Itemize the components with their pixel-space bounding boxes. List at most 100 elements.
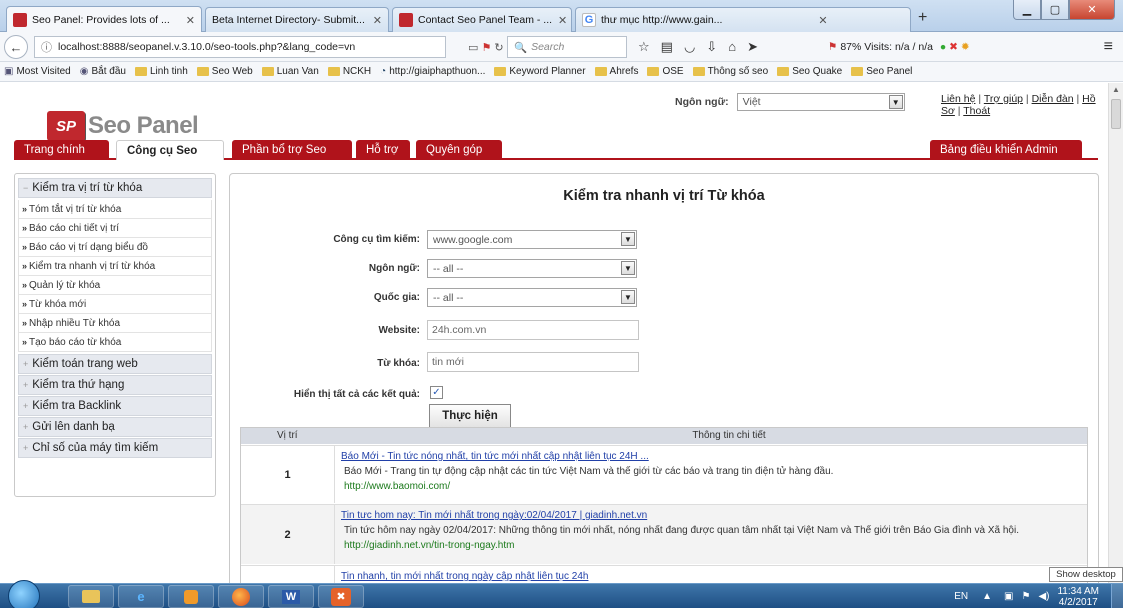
word-icon[interactable]: W xyxy=(268,585,314,608)
scroll-up-icon[interactable]: ▲ xyxy=(1112,85,1120,94)
minimize-icon[interactable]: ▁ xyxy=(1013,0,1041,20)
result-title-link[interactable]: Tin tưc hom nay: Tin mới nhất trong ngày… xyxy=(341,510,647,521)
browser-tab[interactable]: Seo Panel: Provides lots of ... ✕ xyxy=(6,6,202,33)
menu-seo-tools[interactable]: Công cụ Seo xyxy=(116,140,224,160)
sidebar-item-quick-rank-checker[interactable]: » Kiểm tra nhanh vị trí từ khóa xyxy=(18,257,212,276)
bookmark-item[interactable]: ◉ Bắt đầu xyxy=(80,66,126,77)
firefox-icon[interactable] xyxy=(218,585,264,608)
bookmark-folder[interactable]: NCKH xyxy=(327,66,371,77)
bookmark-folder[interactable]: Seo Web xyxy=(196,66,253,77)
sidebar-item-new-keyword[interactable]: » Từ khóa mới xyxy=(18,295,212,314)
windows-start-icon[interactable] xyxy=(8,580,40,608)
menu-home[interactable]: Trang chính xyxy=(14,140,109,160)
bookmark-folder[interactable]: Luan Van xyxy=(261,66,319,77)
clock[interactable]: 11:34 AM 4/2/2017 xyxy=(1057,586,1099,608)
sidebar-section-directory-submission[interactable]: + Gửi lên danh bạ xyxy=(18,417,212,437)
result-detail: Báo Mới - Tin tức nóng nhất, tin tức mới… xyxy=(341,449,1081,494)
address-bar[interactable]: ⓘ localhost:8888/seopanel.v.3.10.0/seo-t… xyxy=(34,36,446,58)
hamburger-menu-icon[interactable]: ≡ xyxy=(1104,38,1113,56)
bookmark-folder[interactable]: Linh tinh xyxy=(134,66,188,77)
browser-tab[interactable]: G thư mục http://www.gain... ✕ xyxy=(575,7,911,32)
website-input[interactable]: 24h.com.vn xyxy=(427,320,639,340)
sidebar-item-detailed-report[interactable]: » Báo cáo chi tiết vị trí xyxy=(18,219,212,238)
download-icon[interactable]: ⇩ xyxy=(706,39,717,55)
addon-gear-icon[interactable]: ✹ xyxy=(961,41,970,53)
sidebar-section-search-engine-stats[interactable]: + Chỉ số của máy tìm kiếm xyxy=(18,438,212,458)
keyword-input[interactable]: tin mới xyxy=(427,352,639,372)
bookmark-folder[interactable]: Seo Panel xyxy=(851,66,912,77)
bookmark-folder[interactable]: Ahrefs xyxy=(594,66,638,77)
show-all-checkbox[interactable]: ✓ xyxy=(430,386,443,399)
forum-link[interactable]: Diễn đàn xyxy=(1032,93,1074,105)
show-desktop-button[interactable] xyxy=(1111,584,1123,608)
sidebar-item-graphical-report[interactable]: » Báo cáo vị trí dạng biểu đồ xyxy=(18,238,212,257)
sidebar-section-rank-checker[interactable]: + Kiểm tra thứ hạng xyxy=(18,375,212,395)
logout-link[interactable]: Thoát xyxy=(963,105,990,117)
info-icon[interactable]: ⓘ xyxy=(41,39,52,55)
bookmark-folder[interactable]: OSE xyxy=(647,66,684,77)
explorer-icon[interactable] xyxy=(68,585,114,608)
result-title-link[interactable]: Tin nhanh, tin mới nhất trong ngày cập n… xyxy=(341,571,588,582)
seo-stats-toolbar[interactable]: ⚑ 87% Visits: n/a / n/a ● ✖ ✹ xyxy=(828,41,970,53)
back-arrow-icon[interactable]: ← xyxy=(4,35,28,59)
scrollbar-thumb[interactable] xyxy=(1111,99,1121,129)
flag-icon[interactable]: ⚑ xyxy=(481,42,491,54)
submit-button[interactable]: Thực hiện xyxy=(429,404,511,428)
tray-expand-icon[interactable]: ▲ xyxy=(982,591,992,602)
sidebar-section-keyword-position[interactable]: − Kiểm tra vị trí từ khóa xyxy=(18,178,212,198)
reading-list-icon[interactable]: ▤ xyxy=(661,39,673,55)
maximize-icon[interactable]: ▢ xyxy=(1041,0,1069,20)
language-select[interactable]: Việt ▼ xyxy=(736,93,905,111)
internet-explorer-icon[interactable]: e xyxy=(118,585,164,608)
send-icon[interactable]: ➤ xyxy=(747,39,758,55)
sidebar-section-backlink-checker[interactable]: + Kiểm tra Backlink xyxy=(18,396,212,416)
close-tab-icon[interactable]: ✕ xyxy=(552,14,567,27)
media-player-icon[interactable] xyxy=(168,585,214,608)
menu-donate[interactable]: Quyên góp xyxy=(416,140,502,160)
close-window-icon[interactable]: ✕ xyxy=(1069,0,1115,20)
home-icon[interactable]: ⌂ xyxy=(728,39,736,55)
bookmark-folder[interactable]: Keyword Planner xyxy=(494,66,586,77)
browser-tab[interactable]: Beta Internet Directory- Submit... ✕ xyxy=(205,7,389,32)
close-tab-icon[interactable]: ✕ xyxy=(367,14,382,27)
close-tab-icon[interactable]: ✕ xyxy=(180,14,195,27)
pocket-icon[interactable]: ◡ xyxy=(684,39,695,55)
sidebar-item-generate-report[interactable]: » Tạo báo cáo từ khóa xyxy=(18,333,212,352)
bookmark-folder[interactable]: Thông số seo xyxy=(692,66,768,77)
sidebar-item-keyword-manager[interactable]: » Quản lý từ khóa xyxy=(18,276,212,295)
search-engine-select[interactable]: www.google.com ▼ xyxy=(427,230,637,249)
new-tab-icon[interactable]: + xyxy=(918,9,927,27)
browser-tab[interactable]: Contact Seo Panel Team - ... ✕ xyxy=(392,7,572,32)
reader-icon[interactable]: ▭ xyxy=(468,42,478,54)
sidebar-item-keyword-summary[interactable]: » Tóm tắt vị trí từ khóa xyxy=(18,200,212,219)
country-select[interactable]: -- all -- ▼ xyxy=(427,288,637,307)
menu-seo-plugins[interactable]: Phần bổ trợ Seo xyxy=(232,140,352,160)
xampp-icon[interactable]: ✖ xyxy=(318,585,364,608)
close-tab-icon[interactable]: ✕ xyxy=(812,14,827,27)
sidebar-section-site-auditor[interactable]: + Kiểm toán trang web xyxy=(18,354,212,374)
flag-tray-icon[interactable]: ⚑ xyxy=(1021,591,1030,602)
menu-support[interactable]: Hỗ trợ xyxy=(356,140,410,160)
addon-icon[interactable]: ● xyxy=(940,41,946,53)
table-row: Tin nhanh, tin mới nhất trong ngày cập n… xyxy=(241,565,1087,583)
addon-close-icon[interactable]: ✖ xyxy=(949,41,958,53)
language-filter-select[interactable]: -- all -- ▼ xyxy=(427,259,637,278)
search-box[interactable]: 🔍 Search xyxy=(507,36,627,58)
language-indicator[interactable]: EN xyxy=(954,591,968,602)
page-scrollbar[interactable]: ▲ xyxy=(1108,83,1123,583)
bookmark-item[interactable]: ▣ Most Visited xyxy=(4,66,71,77)
volume-icon[interactable]: ◀) xyxy=(1038,591,1049,602)
contact-link[interactable]: Liên hệ xyxy=(941,93,975,105)
results-header: Vị trí Thông tin chi tiết xyxy=(241,428,1087,444)
expand-icon: + xyxy=(23,401,29,411)
menu-admin-panel[interactable]: Bảng điều khiển Admin xyxy=(930,140,1082,160)
result-title-link[interactable]: Báo Mới - Tin tức nóng nhất, tin tức mới… xyxy=(341,451,649,462)
bookmark-folder[interactable]: Seo Quake xyxy=(777,66,842,77)
bookmark-star-icon[interactable]: ☆ xyxy=(638,39,650,55)
reload-icon[interactable]: ↻ xyxy=(494,42,503,54)
seopanel-logo[interactable]: SP Seo Panel xyxy=(47,111,199,141)
bookmark-item[interactable]: ◔ http://giaiphapthuon... xyxy=(380,66,485,77)
sidebar-item-import-keywords[interactable]: » Nhập nhiều Từ khóa xyxy=(18,314,212,333)
help-link[interactable]: Trợ giúp xyxy=(984,93,1023,105)
network-icon[interactable]: ▣ xyxy=(1004,591,1013,602)
